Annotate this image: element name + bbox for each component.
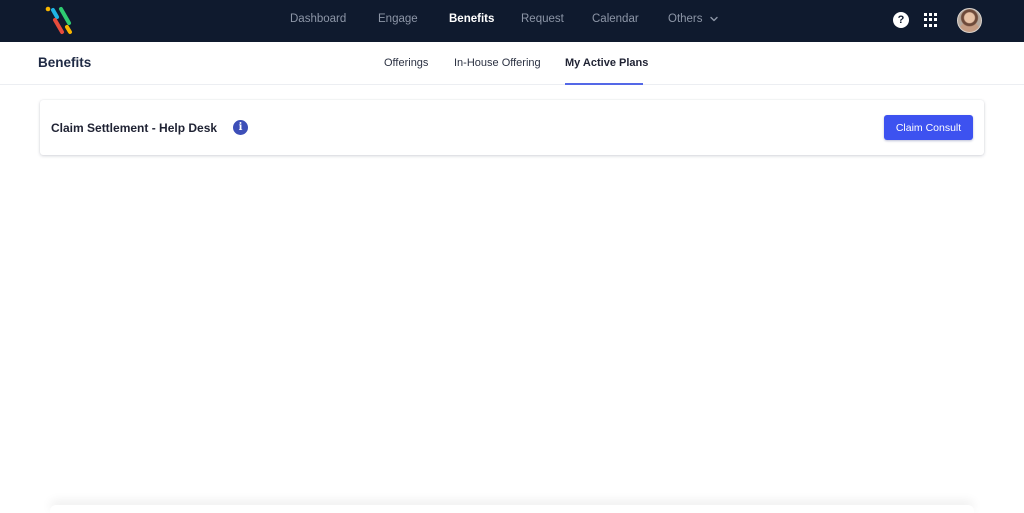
tab-my-active-plans[interactable]: My Active Plans <box>565 57 648 69</box>
active-tab-indicator <box>565 83 643 85</box>
bottom-panel-edge <box>50 505 974 513</box>
tab-in-house-offering[interactable]: In-House Offering <box>454 57 541 69</box>
nav-request[interactable]: Request <box>521 13 564 25</box>
nav-dashboard[interactable]: Dashboard <box>290 13 346 25</box>
nav-engage[interactable]: Engage <box>378 13 418 25</box>
tab-offerings[interactable]: Offerings <box>384 57 428 69</box>
top-navigation-bar: Dashboard Engage Benefits Request Calend… <box>0 0 1024 42</box>
info-icon[interactable]: i <box>233 120 248 135</box>
card-title: Claim Settlement - Help Desk <box>51 121 218 135</box>
nav-benefits[interactable]: Benefits <box>449 13 494 25</box>
nav-others[interactable]: Others <box>668 13 719 25</box>
page-header: Benefits Offerings In-House Offering My … <box>0 42 1024 85</box>
nav-calendar[interactable]: Calendar <box>592 13 639 25</box>
apps-grid-icon[interactable] <box>924 13 938 27</box>
help-icon[interactable]: ? <box>893 12 909 28</box>
claim-consult-button[interactable]: Claim Consult <box>884 115 973 140</box>
page-title: Benefits <box>38 55 92 70</box>
user-avatar[interactable] <box>957 8 982 33</box>
app-logo-icon[interactable] <box>42 4 76 36</box>
claim-settlement-card: Claim Settlement - Help Desk i Claim Con… <box>40 100 984 155</box>
chevron-down-icon <box>709 16 718 22</box>
nav-others-label: Others <box>668 13 703 25</box>
